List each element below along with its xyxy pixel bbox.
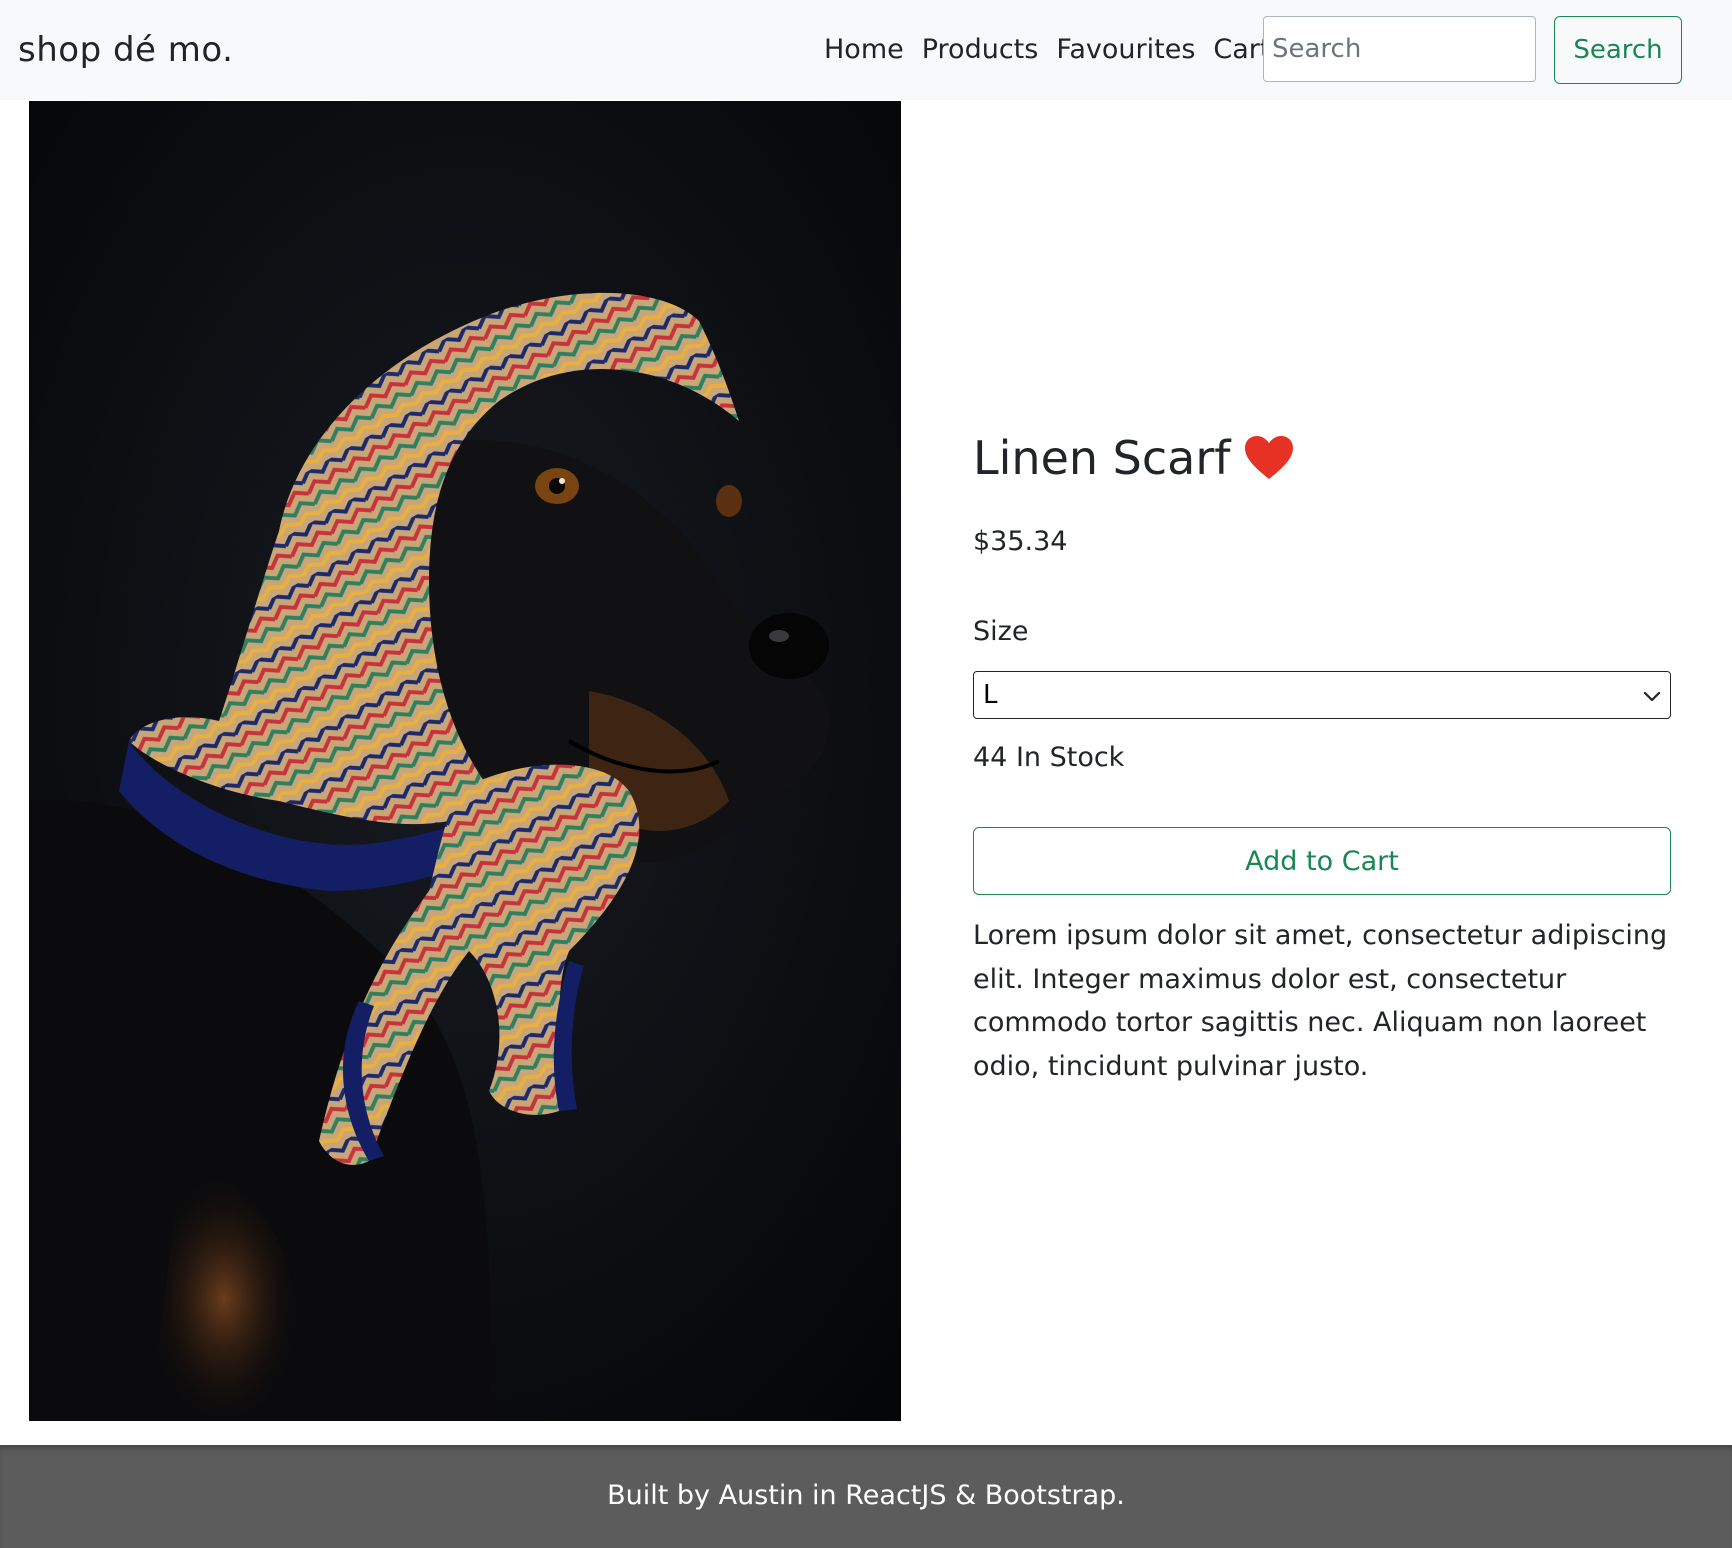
size-select-value: L <box>983 680 998 710</box>
footer: Built by Austin in ReactJS & Bootstrap. <box>0 1445 1732 1548</box>
size-select[interactable]: L <box>973 671 1671 719</box>
nav-link-products[interactable]: Products <box>922 30 1039 70</box>
nav-link-home[interactable]: Home <box>824 30 904 70</box>
add-to-cart-button[interactable]: Add to Cart <box>973 827 1671 895</box>
navbar: shop dé mo. Home Products Favourites Car… <box>0 0 1732 100</box>
title-row: Linen Scarf <box>973 428 1294 488</box>
product-price: $35.34 <box>973 526 1068 557</box>
product-title: Linen Scarf <box>973 431 1231 485</box>
chevron-down-icon <box>1643 691 1661 702</box>
size-label: Size <box>973 616 1029 647</box>
brand-logo[interactable]: shop dé mo. <box>18 26 233 74</box>
nav-link-cart[interactable]: Cart <box>1213 30 1270 70</box>
nav-links: Home Products Favourites Cart <box>824 30 1271 70</box>
footer-text: Built by Austin in ReactJS & Bootstrap. <box>607 1480 1125 1511</box>
product-image <box>29 101 901 1421</box>
heart-icon[interactable] <box>1244 435 1294 481</box>
nav-link-favourites[interactable]: Favourites <box>1056 30 1195 70</box>
search-input[interactable] <box>1263 16 1536 82</box>
search-button[interactable]: Search <box>1554 16 1682 84</box>
stock-count: 44 In Stock <box>973 742 1125 773</box>
product-description: Lorem ipsum dolor sit amet, consectetur … <box>973 920 1668 1082</box>
